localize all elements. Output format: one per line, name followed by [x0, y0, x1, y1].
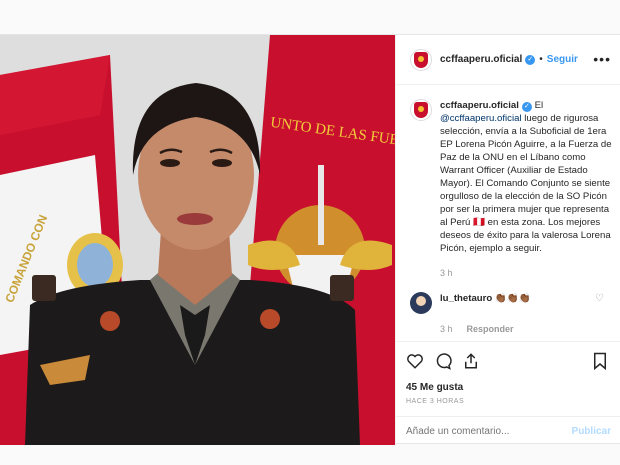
caption-text: ccffaaperu.oficial ✓ El @ccffaaperu.ofici…: [440, 99, 615, 255]
comment-item: lu_thetauro 👏🏾👏🏾👏🏾: [410, 292, 615, 314]
caption-mention-link[interactable]: @ccffaaperu.oficial: [440, 113, 522, 124]
caption-text-part-2: luego de rigurosa selección, envía a la …: [440, 113, 612, 254]
likes-count[interactable]: 45 Me gusta: [406, 382, 463, 393]
caption-text-part-1: El: [531, 100, 544, 111]
add-comment-bar: Publicar: [396, 416, 620, 446]
action-icons: [406, 352, 480, 370]
comments-area: ccffaaperu.oficial ✓ El @ccffaaperu.ofici…: [410, 99, 615, 336]
caption-avatar[interactable]: [410, 99, 432, 121]
post-card: UNTO DE LAS FUERZAS COMANDO CON ccffaape…: [0, 34, 620, 445]
post-actions: 45 Me gusta HACE 3 HORAS Publicar: [396, 341, 620, 445]
post-header: ccffaaperu.oficial ✓ • Seguir •••: [396, 35, 620, 85]
verified-badge-icon: ✓: [525, 54, 536, 65]
caption-verified-icon: ✓: [521, 102, 532, 112]
comment-text: 👏🏾👏🏾👏🏾: [494, 293, 531, 304]
commenter-avatar[interactable]: [410, 292, 432, 314]
soldier-portrait-image: UNTO DE LAS FUERZAS COMANDO CON: [0, 35, 395, 445]
caption: ccffaaperu.oficial ✓ El @ccffaaperu.ofici…: [410, 99, 615, 255]
post-sidebar: ccffaaperu.oficial ✓ • Seguir ••• ccffaa…: [395, 35, 620, 445]
comment-like-heart-icon[interactable]: ♡: [595, 293, 604, 304]
comment-bubble-icon[interactable]: [434, 352, 452, 370]
comment-input[interactable]: [406, 426, 556, 437]
comment-content: lu_thetauro 👏🏾👏🏾👏🏾: [440, 292, 531, 305]
account-username[interactable]: ccffaaperu.oficial: [440, 54, 522, 65]
comment-meta: 3 h Responder: [440, 323, 615, 336]
caption-username[interactable]: ccffaaperu.oficial: [440, 100, 519, 111]
comment-time[interactable]: 3 h: [440, 324, 453, 334]
more-options-icon[interactable]: •••: [593, 51, 611, 67]
post-age: HACE 3 HORAS: [406, 398, 465, 405]
account-avatar[interactable]: [410, 48, 432, 71]
commenter-username[interactable]: lu_thetauro: [440, 293, 492, 304]
share-icon[interactable]: [462, 352, 480, 370]
bookmark-icon[interactable]: [591, 352, 609, 370]
follow-button[interactable]: Seguir: [547, 54, 578, 65]
publish-button[interactable]: Publicar: [572, 426, 611, 437]
reply-button[interactable]: Responder: [467, 324, 514, 334]
separator-dot: •: [539, 54, 543, 65]
like-heart-icon[interactable]: [406, 352, 424, 370]
caption-time[interactable]: 3 h: [440, 267, 615, 280]
post-photo[interactable]: UNTO DE LAS FUERZAS COMANDO CON: [0, 35, 395, 445]
